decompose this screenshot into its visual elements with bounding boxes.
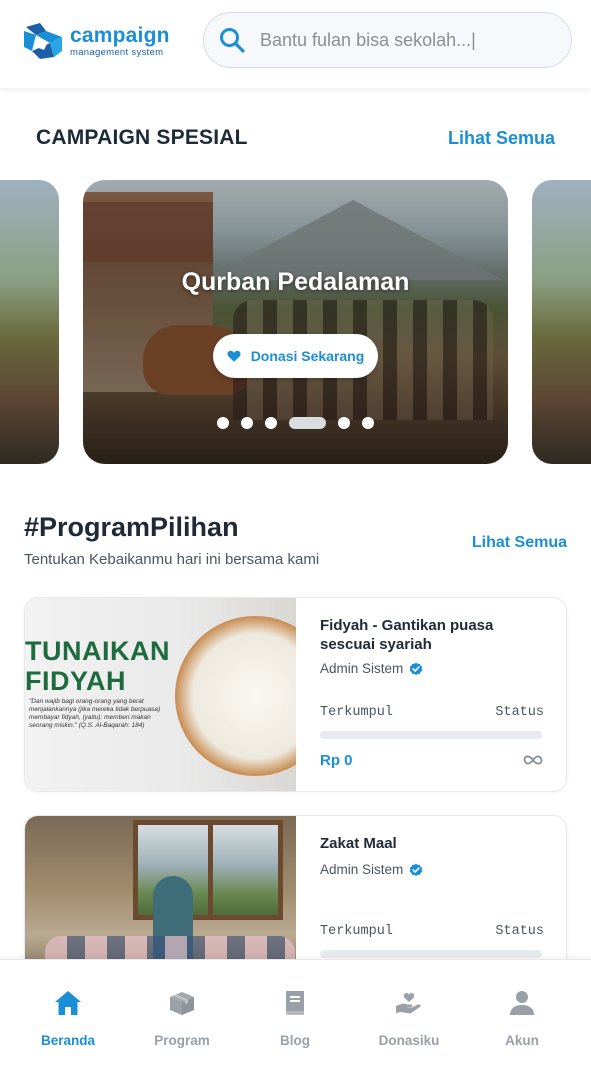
program-see-all-link[interactable]: Lihat Semua <box>472 534 567 552</box>
nav-label: Donasiku <box>378 1033 440 1048</box>
nav-label: Akun <box>505 1033 539 1048</box>
search-bar[interactable] <box>203 12 572 68</box>
image-headline-line1: TUNAIKAN <box>25 636 170 666</box>
rice-bowl-image <box>175 616 296 776</box>
nav-item-akun[interactable]: Akun <box>463 960 581 1076</box>
donate-now-label: Donasi Sekarang <box>250 348 365 364</box>
bottom-navigation: Beranda Program Blog Donasiku Akun <box>0 959 591 1076</box>
slide-title: Qurban Pedalaman <box>181 268 410 296</box>
logo-subtitle: management system <box>70 46 164 58</box>
program-pilihan-title: #ProgramPilihan <box>24 512 239 542</box>
heart-icon <box>227 350 241 362</box>
nav-item-donasiku[interactable]: Donasiku <box>350 960 468 1076</box>
program-card-info: Fidyah - Gantikan puasa sescuai syariah … <box>320 598 566 791</box>
carousel-dot[interactable] <box>265 417 277 429</box>
program-card-title[interactable]: Fidyah - Gantikan puasa sescuai syariah <box>320 616 550 654</box>
carousel-slide-active[interactable]: Qurban Pedalaman Donasi Sekarang <box>83 180 508 464</box>
status-label: Status <box>495 924 544 939</box>
collected-label: Terkumpul <box>320 924 393 939</box>
carousel-dot-active[interactable] <box>289 417 326 429</box>
campaign-spesial-title: CAMPAIGN SPESIAL <box>36 126 248 149</box>
image-headline-line2: FIDYAH <box>25 666 127 696</box>
donate-now-button[interactable]: Donasi Sekarang <box>213 334 378 378</box>
image-headline: TUNAIKAN FIDYAH <box>25 636 170 696</box>
app-header: campaign management system <box>0 0 591 88</box>
hand-heart-icon <box>396 993 421 1014</box>
status-label: Status <box>495 705 544 720</box>
app-logo[interactable]: campaign management system <box>22 20 182 62</box>
verified-badge-icon <box>409 662 423 675</box>
nav-label: Program <box>154 1033 210 1048</box>
program-card-author: Admin Sistem <box>320 661 423 676</box>
search-input[interactable] <box>260 29 550 51</box>
logo-title: campaign <box>70 23 170 47</box>
author-name: Admin Sistem <box>320 661 404 676</box>
home-icon <box>55 991 81 1015</box>
program-card-image: TUNAIKAN FIDYAH "Dan wajib bagi orang-or… <box>25 598 296 791</box>
nav-item-beranda[interactable]: Beranda <box>9 960 127 1076</box>
carousel-slide-next[interactable] <box>532 180 591 464</box>
collected-label: Terkumpul <box>320 705 393 720</box>
box-icon <box>170 992 194 1015</box>
campaign-carousel[interactable]: Qurban Pedalaman Donasi Sekarang <box>0 180 591 465</box>
program-card-title[interactable]: Zakat Maal <box>320 834 550 853</box>
logo-mark-icon <box>24 23 62 59</box>
progress-bar <box>320 950 542 958</box>
carousel-dot[interactable] <box>338 417 350 429</box>
carousel-dot[interactable] <box>217 417 229 429</box>
user-icon <box>510 991 534 1015</box>
logo-text: campaign management system <box>70 25 170 58</box>
search-icon[interactable] <box>218 26 246 54</box>
program-pilihan-subtitle: Tentukan Kebaikanmu hari ini bersama kam… <box>24 551 320 568</box>
carousel-dot[interactable] <box>241 417 253 429</box>
verified-badge-icon <box>409 863 423 876</box>
nav-item-program[interactable]: Program <box>123 960 241 1076</box>
carousel-slide-previous[interactable] <box>0 180 59 464</box>
program-card-fidyah[interactable]: TUNAIKAN FIDYAH "Dan wajib bagi orang-or… <box>24 597 567 792</box>
author-name: Admin Sistem <box>320 862 404 877</box>
collected-amount: Rp 0 <box>320 752 353 769</box>
campaign-see-all-link[interactable]: Lihat Semua <box>448 128 555 149</box>
carousel-pagination <box>217 417 386 429</box>
progress-bar <box>320 731 542 739</box>
carousel-dot[interactable] <box>362 417 374 429</box>
image-verse-text: "Dan wajib bagi orang-orang yang berat m… <box>29 698 161 729</box>
nav-item-blog[interactable]: Blog <box>236 960 354 1076</box>
nav-label: Beranda <box>40 1033 96 1048</box>
nav-label: Blog <box>280 1033 310 1048</box>
book-icon <box>286 991 304 1015</box>
infinity-icon <box>523 755 543 765</box>
program-card-author: Admin Sistem <box>320 862 423 877</box>
